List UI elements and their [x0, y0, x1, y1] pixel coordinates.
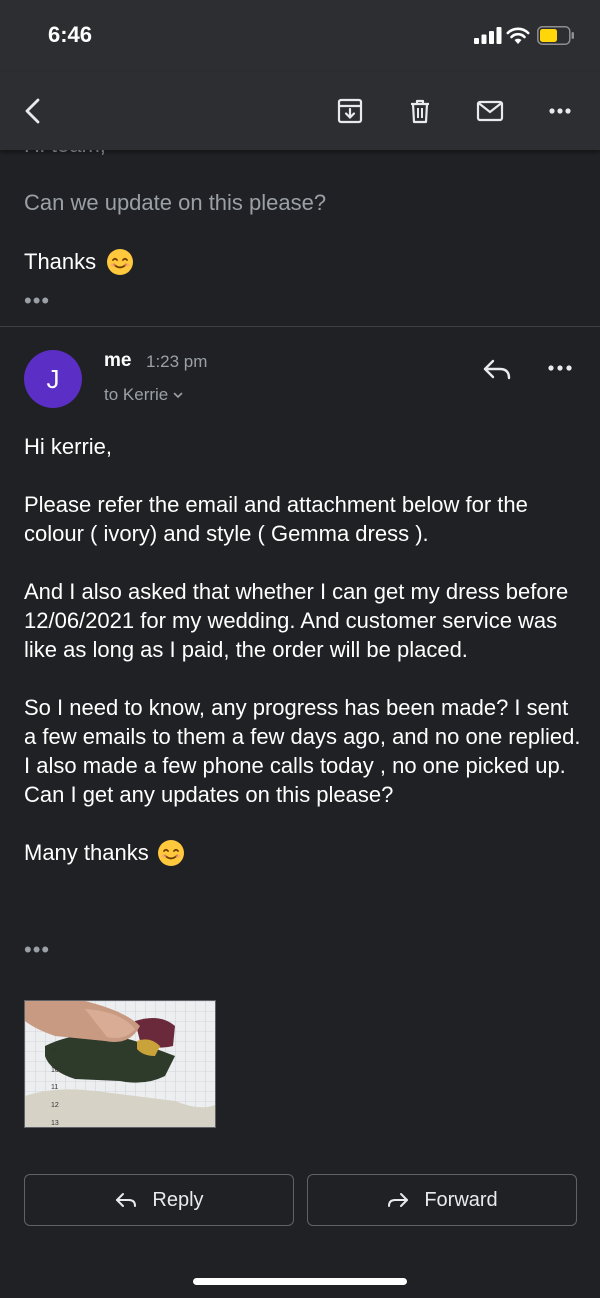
- body-paragraph: Hi kerrie,: [24, 434, 113, 459]
- show-trimmed-button[interactable]: •••: [24, 290, 50, 312]
- show-trimmed-button[interactable]: •••: [24, 939, 50, 961]
- forward-label: Forward: [424, 1188, 498, 1211]
- body-paragraph: So I need to know, any progress has been…: [24, 695, 581, 807]
- message-body: Hi kerrie, Please refer the email and at…: [24, 432, 584, 896]
- reply-button[interactable]: Reply: [24, 1174, 294, 1226]
- ruler-label: 12: [51, 1102, 59, 1109]
- status-time: 6:46: [48, 22, 93, 47]
- previous-body: Can we update on this please?: [24, 190, 327, 215]
- ruler-label: 8: [53, 1048, 57, 1055]
- forward-icon: [388, 1193, 409, 1207]
- sent-time: 1:23 pm: [146, 352, 208, 371]
- signoff-text: Many thanks: [24, 840, 149, 865]
- smiling-face-icon: [107, 249, 134, 275]
- reply-icon[interactable]: [480, 352, 514, 386]
- status-bar: 6:46: [0, 0, 600, 72]
- home-indicator[interactable]: [193, 1278, 407, 1285]
- battery-icon: [537, 26, 574, 45]
- fabric-swatch-photo: 8 10 11 12 13: [25, 1001, 215, 1127]
- chevron-left-icon: [25, 98, 40, 124]
- forward-button[interactable]: Forward: [307, 1174, 577, 1226]
- ruler-label: 10: [51, 1067, 59, 1074]
- sender-name: me: [104, 350, 132, 371]
- previous-thanks-text: Thanks: [24, 249, 97, 274]
- delete-button[interactable]: [400, 91, 440, 131]
- mail-icon: [476, 100, 504, 122]
- more-horizontal-icon[interactable]: [544, 356, 576, 380]
- ruler-label: 11: [51, 1084, 58, 1091]
- recipient-label: to Kerrie: [104, 385, 169, 404]
- body-paragraph: Please refer the email and attachment be…: [24, 492, 528, 546]
- more-horizontal-icon: [549, 108, 571, 114]
- attachment-thumbnail[interactable]: 8 10 11 12 13: [24, 1000, 216, 1128]
- previous-signoff: Thanks: [24, 248, 134, 276]
- message-divider: [0, 326, 600, 327]
- avatar[interactable]: J: [24, 350, 82, 408]
- chevron-down-icon: [173, 392, 183, 399]
- ruler-label: 13: [51, 1120, 59, 1127]
- back-button[interactable]: [14, 91, 54, 131]
- archive-button[interactable]: [330, 91, 370, 131]
- body-paragraph: And I also asked that whether I can get …: [24, 579, 569, 662]
- smiling-face-icon: [157, 839, 184, 866]
- message-toolbar: [0, 72, 600, 150]
- reply-label: Reply: [152, 1188, 204, 1211]
- reply-icon: [116, 1193, 137, 1207]
- wifi-icon: [506, 27, 530, 44]
- trash-icon: [411, 99, 429, 124]
- recipient-details-toggle[interactable]: to Kerrie: [104, 385, 184, 405]
- more-options-button[interactable]: [540, 91, 580, 131]
- mark-unread-button[interactable]: [470, 91, 510, 131]
- signoff: Many thanks: [24, 838, 584, 867]
- archive-icon: [337, 98, 363, 124]
- cellular-signal-icon: [474, 27, 502, 44]
